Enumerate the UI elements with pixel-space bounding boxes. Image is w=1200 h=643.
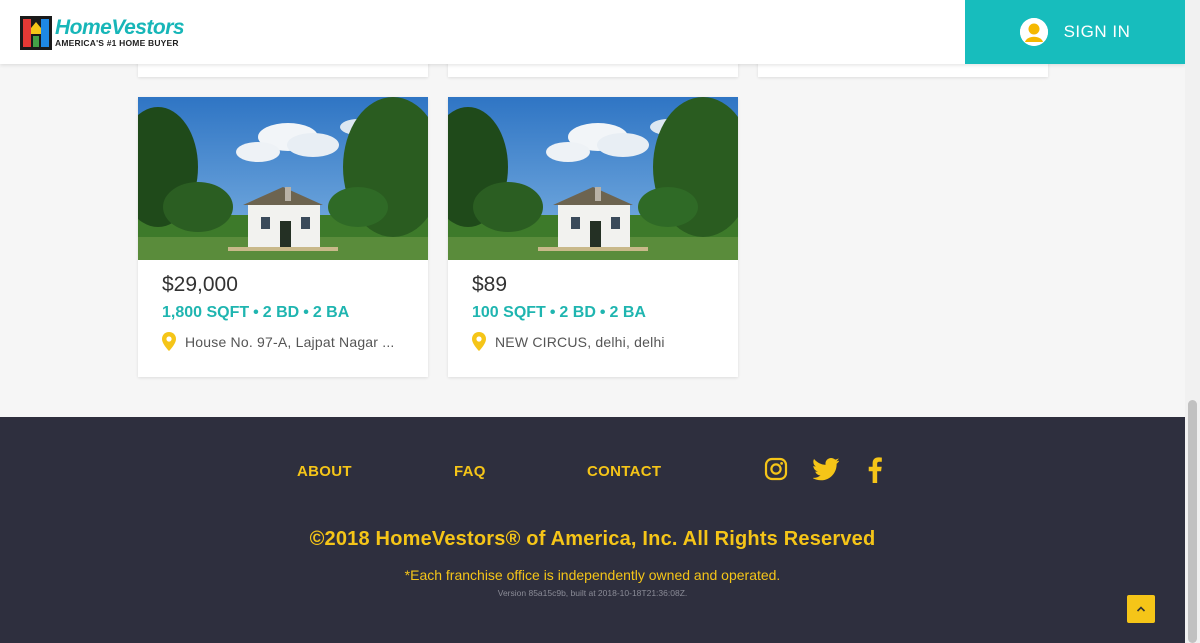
homevestors-logo[interactable]: HomeVestors AMERICA'S #1 HOME BUYER [20,14,185,50]
listing-beds: 2 BD [262,304,300,321]
logo-name: HomeVestors [55,15,185,39]
footer-version: Version 85a15c9b, built at 2018-10-18T21… [497,588,688,598]
listing-card[interactable]: $29,000 1,800 SQFT • 2 BD • 2 BA House No. 9… [138,97,428,377]
listing-sqft: 1,800 SQFT [162,304,250,321]
page-scrollbar[interactable] [1185,0,1200,643]
sign-in-button[interactable]: SIGN IN [965,0,1185,64]
footer-link-about[interactable]: ABOUT [297,463,352,480]
listing-price: $29,000 [162,273,238,296]
separator-dot: • [253,304,259,321]
listing-specs: 100 SQFT • 2 BD • 2 BA [472,300,714,326]
listing-photo [448,97,738,260]
user-avatar-icon [1019,18,1048,46]
back-to-top-button[interactable] [1127,595,1155,623]
listing-address-text: House No. 97-A, Lajpat Nagar ... [185,333,395,350]
listing-specs: 1,800 SQFT • 2 BD • 2 BA [162,300,404,326]
separator-dot: • [549,304,556,321]
listing-price: $89 [472,273,508,296]
scrollbar-thumb[interactable] [1188,400,1197,643]
footer-link-faq[interactable]: FAQ [454,463,486,480]
footer-copyright: ©2018 HomeVestors® of America, Inc. All … [309,528,876,550]
listing-card[interactable]: $89 100 SQFT • 2 BD • 2 BA NEW CIRCUS, delhi… [448,97,738,377]
listing-baths: 2 BA [609,304,646,321]
location-pin-icon [162,332,176,351]
logo-tagline: AMERICA'S #1 HOME BUYER [55,37,179,48]
twitter-icon[interactable] [812,457,840,486]
sign-in-label: SIGN IN [1063,22,1131,41]
logo-house-icon [20,14,52,50]
listing-baths: 2 BA [312,304,350,321]
site-footer: ABOUT FAQ CONTACT ©2018 HomeVestors® of … [0,417,1185,643]
footer-franchise-note: *Each franchise office is independently … [404,567,781,583]
listing-photo [138,97,428,260]
listing-beds: 2 BD [559,304,596,321]
listing-address-text: NEW CIRCUS, delhi, delhi [495,333,665,350]
separator-dot: • [599,304,606,321]
listing-address: House No. 97-A, Lajpat Nagar ... [162,332,404,351]
site-header: HomeVestors AMERICA'S #1 HOME BUYER SIGN… [0,0,1185,64]
location-pin-icon [472,332,486,351]
listing-address: NEW CIRCUS, delhi, delhi [472,332,714,351]
chevron-up-icon [1136,606,1146,612]
instagram-icon[interactable] [764,457,788,486]
facebook-icon[interactable] [867,457,883,488]
listing-sqft: 100 SQFT [472,304,546,321]
separator-dot: • [303,304,309,321]
footer-link-contact[interactable]: CONTACT [587,463,661,480]
